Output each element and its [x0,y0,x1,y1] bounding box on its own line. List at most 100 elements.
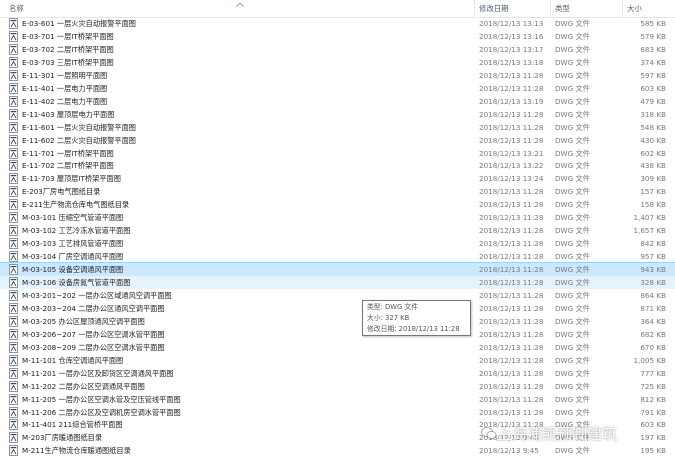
file-row[interactable]: M-11-201 一层办公区及卸货区空调通风平面图 2018/12/13 11:2… [0,367,675,380]
file-row[interactable]: E-11-301 一层照明平面图 2018/12/13 11:28 DWG 文件 59… [0,69,675,82]
file-row[interactable]: M-03-206~207 一层办公区空调水管平面图 2018/12/13 11:2… [0,328,675,341]
file-row[interactable]: E-203厂房电气图纸目录 2018/12/13 11:28 DWG 文件 157 K… [0,185,675,198]
column-header-date[interactable]: 修改日期 [479,0,509,17]
file-type: DWG 文件 [555,394,590,404]
file-date: 2018/12/13 11:28 [479,342,544,352]
file-row[interactable]: E-11-402 二层电力平面图 2018/12/13 13:19 DWG 文件 47… [0,95,675,108]
file-name[interactable]: M-03-104 厂房空调通风平面图 [22,250,123,263]
file-date: 2018/12/13 13:19 [479,96,544,106]
file-name[interactable]: M-11-202 二层办公区空调通风平面图 [22,380,145,393]
column-divider[interactable] [622,0,623,17]
dwg-file-icon [9,264,18,275]
file-row[interactable]: M-03-203~204 二层办公区通风空调平面图 2018/12/13 11:2… [0,302,675,315]
file-row[interactable]: E-03-701 一层IT桥架平面图 2018/12/13 13:16 DWG 文件… [0,30,675,43]
file-date: 2018/12/13 11:28 [479,394,544,404]
file-size: 864 KB [640,290,666,300]
file-row[interactable]: E-211生产物流仓库电气图纸目录 2018/12/13 11:28 DWG 文件 1… [0,198,675,211]
file-row[interactable]: E-11-701 一层IT桥架平面图 2018/12/13 13:21 DWG 文件… [0,147,675,160]
file-name[interactable]: M-11-101 仓库空调通风平面图 [22,354,123,367]
dwg-file-icon [9,147,18,159]
dwg-file-icon [9,445,18,457]
file-name[interactable]: E-11-301 一层照明平面图 [22,69,107,82]
file-type: DWG 文件 [555,200,590,210]
file-name[interactable]: M-211生产物流仓库暖通图纸目录 [22,444,131,457]
file-date: 2018/12/13 11:28 [479,278,544,287]
file-date: 2018/12/13 11:28 [479,83,544,93]
file-type: DWG 文件 [555,278,590,287]
file-name[interactable]: E-03-601 一层火灾自动报警平面图 [22,17,136,30]
file-row[interactable]: E-03-703 三层IT桥架平面图 2018/12/13 13:18 DWG 文件… [0,56,675,69]
file-name[interactable]: E-03-703 三层IT桥架平面图 [22,56,114,69]
column-header-type[interactable]: 类型 [555,0,570,17]
file-row[interactable]: M-11-202 二层办公区空调通风平面图 2018/12/13 11:28 DWG… [0,380,675,393]
file-date: 2018/12/13 11:28 [479,329,544,339]
file-row[interactable]: E-11-703 屋顶层IT桥架平面图 2018/12/13 13:24 DWG 文… [0,172,675,185]
file-name[interactable]: E-211生产物流仓库电气图纸目录 [22,198,129,211]
file-row[interactable]: M-03-103 工艺排风管道平面图 2018/12/13 11:28 DWG 文件… [0,237,675,250]
file-date: 2018/12/13 11:28 [479,226,544,236]
tooltip-type: 类型: DWG 文件 [367,303,419,311]
file-size: 791 KB [640,407,666,417]
file-name[interactable]: E-11-702 二层IT桥架平面图 [22,159,114,172]
file-name[interactable]: M-03-102 工艺冷冻水管道平面图 [22,224,130,237]
file-name[interactable]: M-03-201~202 一层办公区域通风空调平面图 [22,289,172,302]
file-name[interactable]: E-11-701 一层IT桥架平面图 [22,147,114,160]
file-row[interactable]: M-03-205 办公区屋顶通风空调平面图 2018/12/13 11:28 DWG… [0,315,675,328]
file-name[interactable]: M-203厂房暖通图纸目录 [22,431,102,444]
column-header-size[interactable]: 大小 [627,0,642,17]
file-name[interactable]: E-11-703 屋顶层IT桥架平面图 [22,172,121,185]
file-date: 2018/12/13 11:28 [479,368,544,378]
file-row[interactable]: M-03-101 压缩空气管道平面图 2018/12/13 11:28 DWG 文件… [0,211,675,224]
file-row[interactable]: M-211生产物流仓库暖通图纸目录 2018/12/13 9:45 DWG 文件 19… [0,444,675,457]
file-row[interactable]: M-03-104 厂房空调通风平面图 2018/12/13 11:28 DWG 文件… [0,250,675,263]
file-size: 157 KB [640,187,666,197]
file-name[interactable]: M-03-203~204 二层办公区通风空调平面图 [22,302,165,315]
file-row[interactable]: M-11-205 一层办公区空调水管及空压管线平面图 2018/12/13 11:… [0,393,675,406]
file-name[interactable]: E-203厂房电气图纸目录 [22,185,100,198]
file-row[interactable]: E-11-602 二层火灾自动报警平面图 2018/12/13 11:28 DWG … [0,134,675,147]
file-type: DWG 文件 [555,381,590,391]
file-name[interactable]: M-03-205 办公区屋顶通风空调平面图 [22,315,145,328]
file-name[interactable]: M-11-205 一层办公区空调水管及空压管线平面图 [22,393,181,406]
dwg-file-icon [9,212,18,224]
file-row[interactable]: M-03-102 工艺冷冻水管道平面图 2018/12/13 11:28 DWG 文… [0,224,675,237]
file-row[interactable]: M-03-208~209 二层办公区空调水管平面图 2018/12/13 11:2… [0,341,675,354]
file-row[interactable]: M-11-206 二层办公区及空调机房空调水管平面图 2018/12/13 11:… [0,406,675,419]
file-name[interactable]: E-03-701 一层IT桥架平面图 [22,30,114,43]
dwg-file-icon [9,82,18,94]
file-name[interactable]: E-11-602 二层火灾自动报警平面图 [22,134,136,147]
file-name[interactable]: M-03-105 设备空调通风平面图 [22,263,123,276]
file-name[interactable]: E-11-401 一层电力平面图 [22,82,107,95]
file-row[interactable]: M-11-101 仓库空调通风平面图 2018/12/13 11:28 DWG 文件… [0,354,675,367]
file-name[interactable]: M-03-101 压缩空气管道平面图 [22,211,123,224]
dwg-file-icon [9,290,18,301]
file-row[interactable]: E-03-601 一层火灾自动报警平面图 2018/12/13 13:13 DWG … [0,17,675,30]
sort-caret-up-icon [236,2,244,7]
file-row[interactable]: M-03-105 设备空调通风平面图 2018/12/13 11:28 DWG 文件… [0,262,675,278]
file-name[interactable]: E-03-702 二层IT桥架平面图 [22,43,114,56]
file-name[interactable]: M-03-206~207 一层办公区空调水管平面图 [22,328,165,341]
file-name[interactable]: E-11-601 一层火灾自动报警平面图 [22,121,136,134]
column-header-name[interactable]: 名称 [9,0,24,17]
file-row[interactable]: E-11-403 屋顶层电力平面图 2018/12/13 11:28 DWG 文件 3… [0,108,675,121]
file-row[interactable]: E-03-702 二层IT桥架平面图 2018/12/13 13:17 DWG 文件… [0,43,675,56]
file-name[interactable]: M-03-103 工艺排风管道平面图 [22,237,123,250]
file-name[interactable]: E-11-402 二层电力平面图 [22,95,107,108]
file-row[interactable]: M-03-106 设备房氮气管道平面图 2018/12/13 11:28 DWG 文… [0,276,675,289]
file-row[interactable]: M-03-201~202 一层办公区域通风空调平面图 2018/12/13 11:… [0,289,675,302]
file-type: DWG 文件 [555,57,590,67]
column-divider[interactable] [550,0,551,17]
file-row[interactable]: E-11-702 二层IT桥架平面图 2018/12/13 13:22 DWG 文件… [0,159,675,172]
file-date: 2018/12/13 11:28 [479,239,544,249]
file-row[interactable]: E-11-401 一层电力平面图 2018/12/13 11:28 DWG 文件 60… [0,82,675,95]
file-row[interactable]: E-11-601 一层火灾自动报警平面图 2018/12/13 11:28 DWG … [0,121,675,134]
file-name[interactable]: M-11-201 一层办公区及卸货区空调通风平面图 [22,367,174,380]
file-name[interactable]: M-11-401 211综合管桥平面图 [22,418,123,431]
file-name[interactable]: M-03-208~209 二层办公区空调水管平面图 [22,341,165,354]
file-name[interactable]: E-11-403 屋顶层电力平面图 [22,108,114,121]
column-divider[interactable] [474,0,475,17]
file-name[interactable]: M-11-206 二层办公区及空调机房空调水管平面图 [22,406,181,419]
file-name[interactable]: M-03-106 设备房氮气管道平面图 [22,276,130,289]
watermark-text: 上海浦凯预制建筑 [497,425,618,443]
file-size: 318 KB [640,109,666,119]
